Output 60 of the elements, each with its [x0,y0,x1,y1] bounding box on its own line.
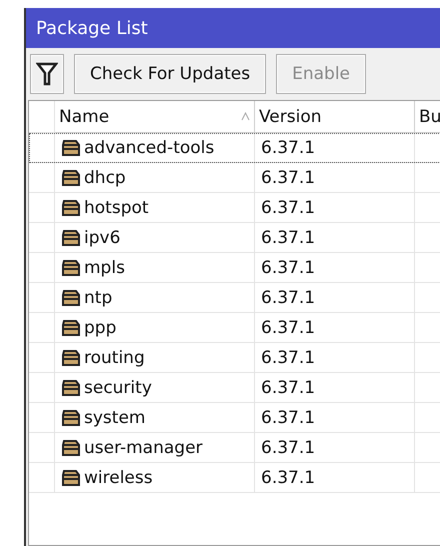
table-row[interactable]: mpls 6.37.1 [29,253,440,283]
version-cell: 6.37.1 [255,223,415,253]
package-icon [61,318,81,336]
package-icon [61,228,81,246]
table-row[interactable]: wireless 6.37.1 [29,463,440,493]
version-cell: 6.37.1 [255,433,415,463]
package-icon [61,378,81,396]
column-label: Name [59,106,110,126]
version-cell: 6.37.1 [255,133,415,163]
package-icon [61,198,81,216]
column-header[interactable]: Bu [415,101,440,133]
header-corner [29,101,55,133]
package-name: routing [84,348,145,368]
package-icon [61,258,81,276]
filter-icon [36,61,58,87]
version-cell: 6.37.1 [255,373,415,403]
package-name: user-manager [84,438,203,458]
table-row[interactable]: ppp 6.37.1 [29,313,440,343]
version-cell: 6.37.1 [255,463,415,493]
package-icon [61,408,81,426]
column-header[interactable]: Version [255,101,415,133]
package-name: security [84,378,152,398]
window-title: Package List [26,8,440,48]
column-label: Bu [419,106,440,126]
version-cell: 6.37.1 [255,313,415,343]
version-cell: 6.37.1 [255,253,415,283]
table-row[interactable]: routing 6.37.1 [29,343,440,373]
package-name: wireless [84,468,153,488]
table-row[interactable]: ipv6 6.37.1 [29,223,440,253]
package-icon [61,138,81,156]
package-name: dhcp [84,168,126,188]
package-icon [61,288,81,306]
package-name: hotspot [84,198,149,218]
table-row[interactable]: dhcp 6.37.1 [29,163,440,193]
sort-icon [241,112,250,121]
package-icon [61,438,81,456]
version-cell: 6.37.1 [255,193,415,223]
package-name: ipv6 [84,228,120,248]
package-name: mpls [84,258,125,278]
package-name: system [84,408,146,428]
version-cell: 6.37.1 [255,403,415,433]
package-icon [61,168,81,186]
table-row[interactable]: ntp 6.37.1 [29,283,440,313]
version-cell: 6.37.1 [255,283,415,313]
package-icon [61,348,81,366]
table-row[interactable]: user-manager 6.37.1 [29,433,440,463]
table-row[interactable]: system 6.37.1 [29,403,440,433]
package-icon [61,468,81,486]
version-cell: 6.37.1 [255,343,415,373]
package-name: advanced-tools [84,138,214,158]
version-cell: 6.37.1 [255,163,415,193]
table-row[interactable]: hotspot 6.37.1 [29,193,440,223]
check-updates-button[interactable]: Check For Updates [74,54,266,94]
table-row[interactable]: security 6.37.1 [29,373,440,403]
package-name: ppp [84,318,116,338]
filter-button[interactable] [30,54,64,94]
column-label: Version [259,106,322,126]
column-header[interactable]: Name [55,101,255,133]
table-row[interactable]: advanced-tools 6.37.1 [29,133,440,163]
package-name: ntp [84,288,112,308]
